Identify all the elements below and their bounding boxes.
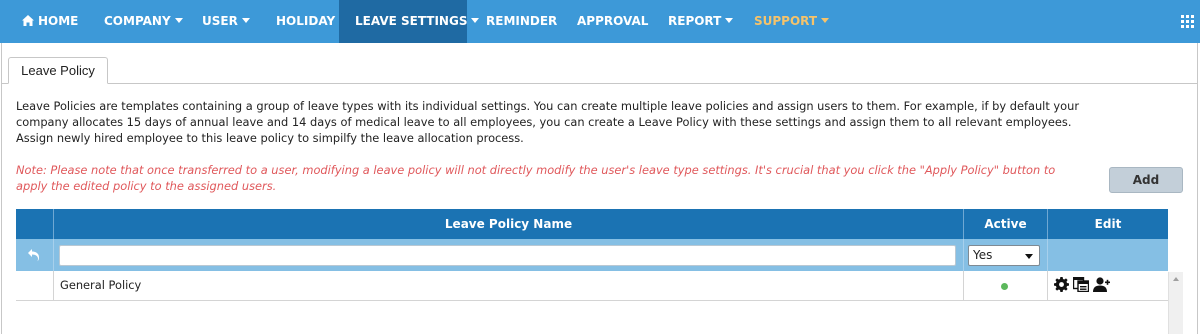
- header-active[interactable]: Active: [963, 209, 1047, 239]
- active-filter-value: Yes: [973, 248, 993, 262]
- nav-approval[interactable]: APPROVAL: [577, 0, 648, 43]
- active-status-dot: [1001, 283, 1008, 290]
- home-icon: [22, 15, 34, 26]
- nav-support[interactable]: SUPPORT: [754, 0, 830, 43]
- nav-approval-label: APPROVAL: [577, 14, 649, 28]
- caret-down-icon: [174, 18, 183, 23]
- apps-grid-icon[interactable]: [1181, 15, 1194, 28]
- nav-company[interactable]: COMPANY: [104, 0, 183, 43]
- caret-down-icon: [821, 18, 830, 23]
- nav-leave-settings[interactable]: LEAVE SETTINGS: [339, 0, 480, 43]
- header-row-selector: [16, 209, 53, 239]
- vertical-scrollbar[interactable]: [1168, 272, 1183, 334]
- row-selector[interactable]: [16, 271, 53, 301]
- active-filter-select[interactable]: Yes: [968, 245, 1040, 266]
- nav-reminder-label: REMINDER: [486, 14, 558, 28]
- caret-down-icon: [725, 18, 734, 23]
- add-button[interactable]: Add: [1109, 167, 1183, 193]
- policy-note: Note: Please note that once transferred …: [16, 163, 1056, 193]
- nav-home-label: HOME: [38, 14, 79, 28]
- nav-report[interactable]: REPORT: [668, 0, 734, 43]
- nav-home[interactable]: HOME: [22, 0, 78, 43]
- scroll-up-arrow-icon[interactable]: [1173, 277, 1179, 281]
- chevron-down-icon: [1025, 254, 1033, 259]
- copy-list-icon[interactable]: [1073, 277, 1089, 292]
- policy-name-cell: General Policy: [53, 271, 963, 301]
- gear-icon[interactable]: [1054, 277, 1069, 292]
- nav-report-label: REPORT: [668, 14, 722, 28]
- header-edit: Edit: [1047, 209, 1168, 239]
- table-row[interactable]: General Policy: [16, 271, 1168, 301]
- active-cell: [963, 271, 1047, 301]
- nav-user-label: USER: [202, 14, 238, 28]
- nav-holiday-label: HOLIDAY: [276, 14, 336, 28]
- assign-user-icon[interactable]: [1093, 277, 1110, 292]
- tab-leave-policy[interactable]: Leave Policy: [8, 57, 108, 84]
- page-description: Leave Policies are templates containing …: [16, 99, 1080, 145]
- edit-cell: [1047, 271, 1168, 301]
- nav-reminder[interactable]: REMINDER: [486, 0, 557, 43]
- tab-divider: [1, 83, 1198, 84]
- caret-down-icon: [471, 18, 480, 23]
- filter-row: Yes: [16, 239, 1168, 271]
- filter-cell-edit: [1047, 239, 1168, 271]
- nav-support-label: SUPPORT: [754, 14, 818, 28]
- nav-company-label: COMPANY: [104, 14, 171, 28]
- nav-leave-settings-label: LEAVE SETTINGS: [355, 14, 468, 28]
- header-leave-policy-name[interactable]: Leave Policy Name: [53, 209, 963, 239]
- grid-header: Leave Policy Name Active Edit: [16, 209, 1168, 239]
- name-filter-input[interactable]: [59, 245, 956, 266]
- caret-down-icon: [241, 18, 250, 23]
- nav-user[interactable]: USER: [202, 0, 250, 43]
- nav-holiday[interactable]: HOLIDAY: [276, 0, 335, 43]
- top-navigation: HOME COMPANY USER HOLIDAY LEAVE SETTINGS…: [0, 0, 1200, 43]
- undo-icon[interactable]: [25, 247, 41, 263]
